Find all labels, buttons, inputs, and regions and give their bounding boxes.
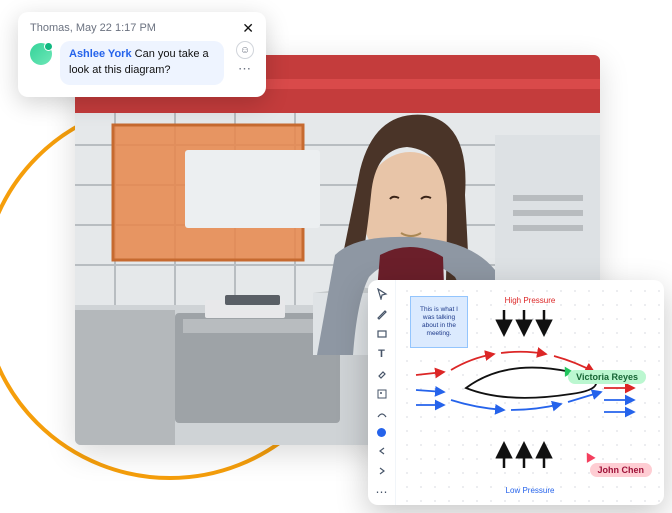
chat-timestamp: Thomas, May 22 1:17 PM — [30, 22, 156, 34]
eraser-tool-icon[interactable] — [374, 368, 390, 380]
cursor-tag-john: John Chen — [590, 463, 653, 477]
more-options-icon[interactable]: ⋯ — [238, 62, 252, 75]
pen-tool-icon[interactable] — [374, 308, 390, 320]
avatar[interactable] — [30, 43, 52, 65]
whiteboard-panel: T ⋯ This is what I was talking about in … — [368, 280, 664, 505]
select-tool-icon[interactable] — [374, 288, 390, 300]
whiteboard-toolbar: T ⋯ — [368, 280, 396, 505]
chat-notification: Thomas, May 22 1:17 PM ✕ Ashlee York Can… — [18, 12, 266, 97]
mention: Ashlee York — [69, 48, 132, 60]
whiteboard-canvas[interactable]: This is what I was talking about in the … — [396, 280, 664, 505]
chat-message-bubble[interactable]: Ashlee York Can you take a look at this … — [60, 41, 224, 85]
rect-tool-icon[interactable] — [374, 328, 390, 340]
settings-tool-icon[interactable]: ⋯ — [374, 485, 390, 499]
color-tool-icon[interactable] — [374, 428, 390, 437]
emoji-react-icon[interactable]: ☺ — [236, 41, 254, 59]
cursor-tag-victoria: Victoria Reyes — [568, 370, 646, 384]
text-tool-icon[interactable]: T — [374, 348, 390, 360]
image-tool-icon[interactable] — [374, 388, 390, 400]
undo-tool-icon[interactable] — [374, 445, 390, 457]
connector-tool-icon[interactable] — [374, 408, 390, 420]
redo-tool-icon[interactable] — [374, 465, 390, 477]
close-icon[interactable]: ✕ — [242, 21, 254, 35]
